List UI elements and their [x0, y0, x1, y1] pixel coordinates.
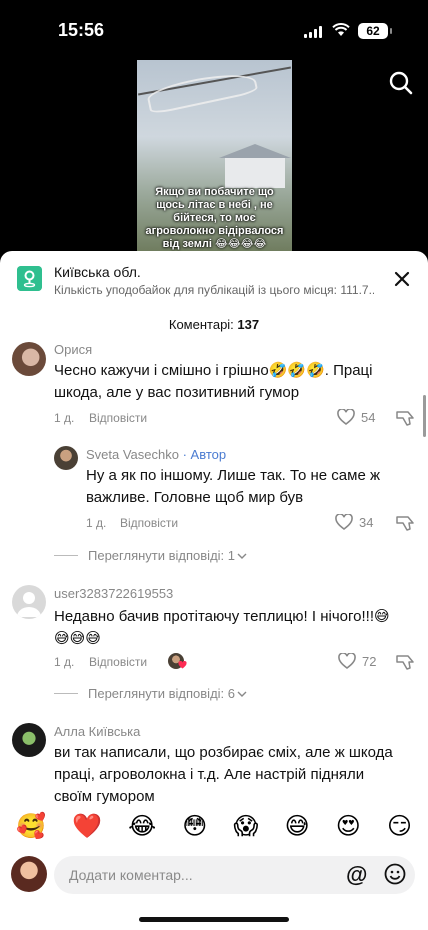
emoji-button[interactable]: 😏 — [387, 812, 412, 848]
comment-text: Ну а як по іншому. Лише так. То не саме … — [86, 467, 381, 506]
like-count: 54 — [361, 409, 376, 425]
search-icon[interactable] — [388, 70, 414, 96]
comment-username[interactable]: Sveta Vasechko · Автор — [86, 447, 226, 462]
view-replies-button[interactable]: Переглянути відповіді: 1 — [54, 548, 247, 563]
reply-button[interactable]: Відповісти — [89, 655, 147, 669]
author-name: Sveta Vasechko — [86, 447, 179, 462]
like-count: 34 — [359, 514, 374, 530]
reply-button[interactable]: Відповісти — [120, 516, 178, 530]
video-preview[interactable]: Якщо ви побачите що щось літає в небі , … — [137, 60, 292, 252]
comment-age: 1 д. — [54, 411, 75, 425]
signal-icon — [304, 26, 322, 38]
default-user-icon — [17, 592, 41, 617]
comments-count-value: 137 — [237, 317, 260, 332]
emoji-button[interactable]: 😍 — [336, 812, 361, 848]
avatar[interactable] — [54, 446, 78, 470]
emoji-button[interactable]: 😳 — [182, 812, 207, 848]
location-banner[interactable]: Київська обл. Кількість уподобайок для п… — [0, 251, 428, 309]
heart-icon — [338, 653, 356, 669]
view-replies-button[interactable]: Переглянути відповіді: 6 — [54, 686, 247, 701]
scrollbar[interactable] — [423, 395, 426, 437]
author-badge: · Автор — [182, 447, 227, 462]
comments-count: Коментарі: 137 — [0, 317, 428, 332]
comment-age: 1 д. — [54, 655, 75, 669]
like-button[interactable]: 34 — [335, 514, 373, 530]
location-pin-icon — [17, 266, 42, 291]
comment-username[interactable]: Алла Київська — [54, 724, 140, 739]
avatar[interactable] — [12, 723, 46, 757]
quick-emoji-bar: 🥰 ❤️ 😂 😳 😱 😅 😍 😏 — [0, 812, 428, 848]
avatar[interactable] — [12, 342, 46, 376]
battery-icon: 62 — [358, 23, 392, 39]
comment-input-row: Додати коментар... @ — [0, 854, 428, 902]
comment-username[interactable]: Орися — [54, 342, 92, 357]
chevron-down-icon — [237, 553, 247, 559]
dislike-icon[interactable] — [396, 515, 414, 531]
location-subtitle: Кількість уподобайок для публікацій із ц… — [54, 283, 374, 297]
location-title: Київська обл. — [54, 264, 141, 280]
dislike-icon[interactable] — [396, 654, 414, 670]
emoji-button[interactable]: ❤️ — [72, 812, 102, 848]
video-caption: Якщо ви побачите що щось літає в небі , … — [145, 186, 284, 250]
like-button[interactable]: 72 — [338, 653, 376, 669]
my-avatar[interactable] — [11, 856, 47, 892]
close-icon[interactable] — [390, 267, 414, 291]
dislike-icon[interactable] — [396, 410, 414, 426]
avatar[interactable] — [12, 585, 46, 619]
comment-age: 1 д. — [86, 516, 107, 530]
status-time: 15:56 — [58, 20, 105, 40]
reply-button[interactable]: Відповісти — [89, 411, 147, 425]
small-heart-icon — [178, 661, 187, 669]
like-button[interactable]: 54 — [337, 409, 375, 425]
comment-input-placeholder: Додати коментар... — [69, 867, 193, 883]
view-replies-label: Переглянути відповіді: 1 — [88, 548, 235, 563]
wifi-icon — [332, 23, 350, 36]
mention-button[interactable]: @ — [346, 862, 367, 888]
heart-icon — [335, 514, 353, 530]
comment-username[interactable]: user3283722619553 — [54, 586, 173, 601]
comment-text: Чесно кажучи і смішно і грішно🤣🤣🤣. Праці… — [54, 362, 373, 401]
chevron-down-icon — [237, 691, 247, 697]
comment-text: Недавно бачив протітаючу теплицю! І нічо… — [54, 608, 390, 647]
divider — [54, 693, 78, 694]
divider — [54, 555, 78, 556]
comment-text: ви так написали, що розбирає сміх, але ж… — [54, 744, 393, 805]
comment-input[interactable]: Додати коментар... @ — [54, 856, 415, 894]
home-indicator[interactable] — [139, 917, 289, 922]
heart-icon — [337, 409, 355, 425]
view-replies-label: Переглянути відповіді: 6 — [88, 686, 235, 701]
comments-count-label: Коментарі: — [168, 317, 234, 332]
emoji-button[interactable]: 😱 — [233, 812, 258, 848]
emoji-button[interactable]: 😅 — [285, 812, 310, 848]
like-count: 72 — [362, 653, 377, 669]
emoji-picker-icon[interactable] — [384, 863, 406, 885]
emoji-button[interactable]: 🥰 — [16, 812, 46, 848]
video-house — [219, 144, 291, 188]
status-bar: 15:56 62 — [0, 0, 428, 60]
emoji-button[interactable]: 😂 — [128, 812, 156, 848]
